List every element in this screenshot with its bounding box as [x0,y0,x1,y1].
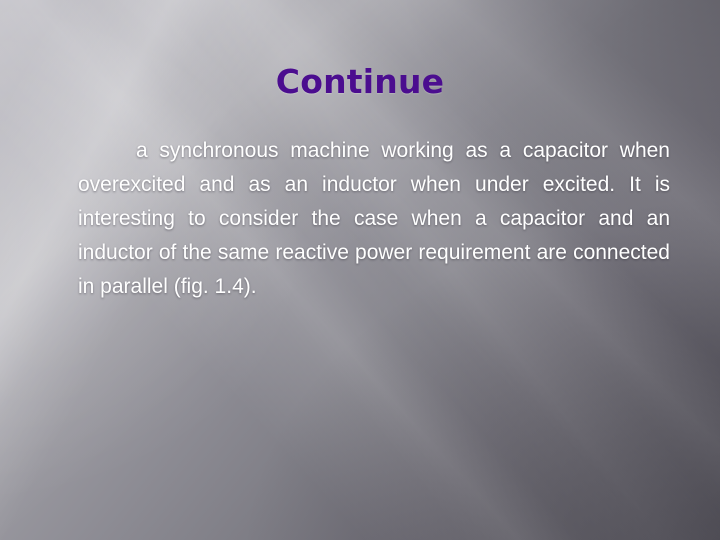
slide-title: Continue [275,62,445,102]
slide-content: Continue a synchronous machine working a… [0,0,720,540]
presentation-slide: Continue a synchronous machine working a… [0,0,720,540]
slide-body-paragraph: a synchronous machine working as a capac… [78,139,670,298]
slide-body-block: a synchronous machine working as a capac… [78,134,670,304]
